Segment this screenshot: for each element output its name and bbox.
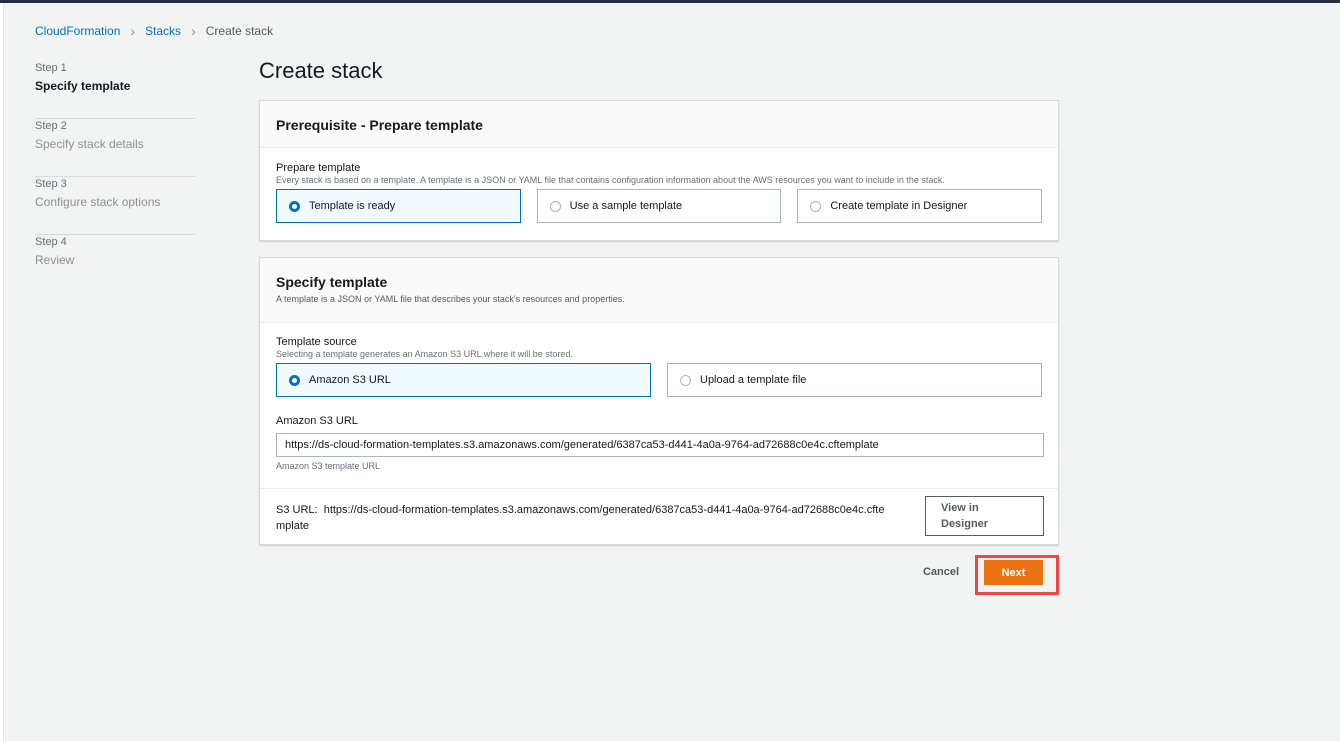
option-create-in-designer[interactable]: Create template in Designer (797, 189, 1043, 223)
step-number: Step 1 (35, 62, 67, 74)
prerequisite-panel: Prerequisite - Prepare template Prepare … (259, 100, 1059, 241)
prepare-template-description: Every stack is based on a template. A te… (276, 175, 945, 185)
radio-icon[interactable] (680, 374, 691, 386)
option-use-sample-template[interactable]: Use a sample template (536, 189, 782, 223)
option-upload-template-file[interactable]: Upload a template file (667, 363, 1042, 397)
s3-url-display: S3 URL: https://ds-cloud-formation-templ… (276, 502, 926, 534)
step-4: Step 4 Review (35, 235, 195, 293)
step-1: Step 1 Specify template (35, 61, 195, 119)
s3-url-text-continued: mplate (276, 520, 310, 532)
option-amazon-s3-url[interactable]: Amazon S3 URL (276, 363, 651, 397)
template-source-label: Template source (276, 336, 357, 348)
option-label: Create template in Designer (830, 200, 968, 212)
panel-header: Specify template A template is a JSON or… (260, 258, 1058, 323)
side-nav-collapsed (0, 3, 4, 741)
highlight-box (975, 555, 1059, 595)
breadcrumb-current: Create stack (205, 24, 274, 38)
step-label: Review (35, 253, 75, 267)
template-source-options: Amazon S3 URL Upload a template file (276, 363, 1042, 397)
radio-icon[interactable] (549, 200, 561, 212)
divider (260, 488, 1058, 489)
specify-template-panel: Specify template A template is a JSON or… (259, 257, 1059, 545)
s3-url-text: https://ds-cloud-formation-templates.s3.… (323, 504, 885, 516)
top-navigation-bar (0, 0, 1340, 3)
option-template-is-ready[interactable]: Template is ready (276, 189, 521, 223)
breadcrumb-cloudformation-link[interactable]: CloudFormation (35, 24, 120, 38)
step-number: Step 4 (35, 236, 67, 248)
step-3: Step 3 Configure stack options (35, 177, 195, 235)
option-label: Template is ready (309, 200, 396, 212)
view-in-designer-button[interactable]: View in Designer (925, 496, 1044, 536)
panel-description: A template is a JSON or YAML file that d… (276, 294, 625, 304)
panel-header: Prerequisite - Prepare template (260, 101, 1058, 148)
step-2: Step 2 Specify stack details (35, 119, 195, 177)
radio-icon[interactable] (810, 200, 822, 212)
radio-selected-icon[interactable] (289, 374, 300, 386)
page-title: Create stack (259, 58, 383, 83)
option-label: Upload a template file (700, 374, 807, 386)
s3-url-input[interactable] (276, 433, 1044, 457)
wizard-steps: Step 1 Specify template Step 2 Specify s… (35, 61, 195, 293)
breadcrumb-stacks-link[interactable]: Stacks (145, 24, 181, 38)
s3-url-prefix: S3 URL: (276, 504, 318, 516)
breadcrumb: CloudFormation › Stacks › Create stack (35, 24, 273, 38)
chevron-right-icon: › (191, 23, 196, 39)
radio-selected-icon[interactable] (289, 200, 300, 212)
s3-url-hint: Amazon S3 template URL (276, 461, 381, 471)
option-label: Amazon S3 URL (309, 374, 391, 386)
panel-title: Specify template (276, 274, 388, 290)
s3-url-label: Amazon S3 URL (276, 415, 358, 427)
step-label: Specify stack details (35, 137, 144, 151)
step-label: Configure stack options (35, 195, 161, 209)
step-number: Step 2 (35, 120, 67, 132)
step-number: Step 3 (35, 178, 67, 190)
prepare-template-options: Template is ready Use a sample template … (276, 189, 1043, 223)
template-source-description: Selecting a template generates an Amazon… (276, 349, 573, 359)
panel-title: Prerequisite - Prepare template (276, 117, 483, 133)
cancel-button[interactable]: Cancel (916, 563, 966, 581)
option-label: Use a sample template (569, 200, 683, 212)
prepare-template-label: Prepare template (276, 162, 361, 174)
panel-body: Template source Selecting a template gen… (260, 323, 1058, 471)
chevron-right-icon: › (130, 23, 136, 39)
step-label: Specify template (35, 79, 131, 93)
panel-body: Prepare template Every stack is based on… (260, 148, 1058, 223)
